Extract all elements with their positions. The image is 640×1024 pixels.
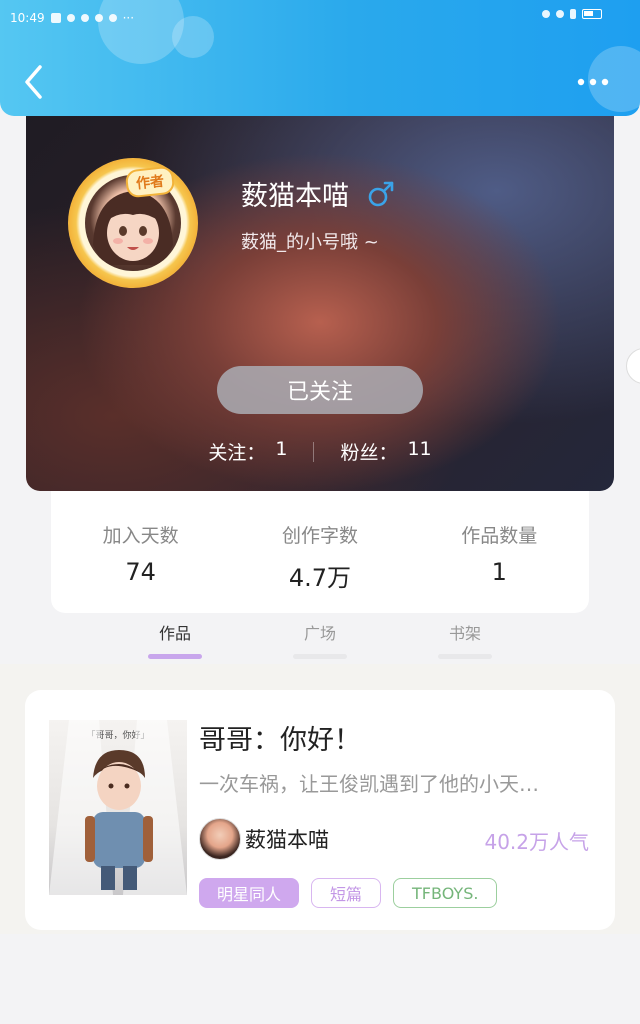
mute-icon — [542, 10, 550, 18]
status-bar: 10:49 ··· — [10, 8, 134, 28]
top-bar: 10:49 ··· — [0, 0, 640, 116]
follow-button[interactable]: 已关注 — [217, 366, 423, 414]
cover-illustration — [49, 720, 187, 895]
book-author[interactable]: 薮猫本喵 — [199, 818, 329, 860]
tab-indicator — [293, 654, 347, 659]
profile-card: 作者 薮猫本喵 薮猫_的小号哦 ~ 已关注 关注： 1 粉丝： 11 — [26, 116, 614, 491]
notification-icon — [80, 14, 89, 22]
notification-icon — [50, 13, 61, 23]
stat-label: 作品数量 — [461, 525, 538, 547]
tab-works[interactable]: 作品 — [140, 620, 210, 644]
stat-value: 74 — [125, 558, 156, 586]
following-count[interactable]: 关注： 1 — [208, 438, 287, 465]
decor-bubble — [172, 16, 214, 58]
side-drawer-handle[interactable] — [626, 348, 640, 384]
chevron-left-icon — [25, 65, 42, 99]
book-popularity: 40.2万人气 — [484, 830, 589, 854]
more-dots-icon — [577, 78, 609, 86]
notification-icon — [94, 14, 103, 22]
profile-name: 薮猫本喵 — [241, 181, 349, 212]
stat-word-count: 创作字数 4.7万 — [245, 521, 395, 593]
alert-icon — [570, 9, 576, 19]
book-tags: 明星同人 短篇 TFBOYS. — [199, 878, 498, 908]
book-description: 一次车祸，让王俊凯遇到了他的小天… — [199, 772, 539, 796]
fans-value: 11 — [407, 438, 432, 460]
more-button[interactable] — [576, 72, 612, 92]
tag-length[interactable]: 短篇 — [311, 878, 382, 908]
notification-icon — [108, 14, 117, 22]
wifi-icon — [556, 10, 564, 18]
battery-icon — [582, 9, 602, 19]
author-avatar — [199, 818, 241, 860]
status-time: 10:49 — [10, 11, 45, 25]
profile-bio: 薮猫_的小号哦 ~ — [241, 232, 379, 253]
stat-label: 创作字数 — [281, 525, 358, 547]
status-icons — [542, 9, 602, 19]
book-card[interactable]: 「哥哥，你好」 哥哥：你好！ 一次车祸，让王俊凯遇到了他的小天… 薮猫本喵 40… — [25, 690, 615, 930]
tab-square[interactable]: 广场 — [285, 620, 355, 644]
fans-count[interactable]: 粉丝： 11 — [340, 438, 431, 465]
tag-category[interactable]: 明星同人 — [199, 878, 300, 908]
follow-counts: 关注： 1 粉丝： 11 — [26, 438, 614, 465]
book-title: 哥哥：你好！ — [199, 725, 361, 756]
following-value: 1 — [275, 438, 288, 460]
fans-label: 粉丝： — [340, 442, 398, 464]
stat-works-count: 作品数量 1 — [424, 521, 574, 586]
tab-indicator — [148, 654, 202, 659]
tab-bookshelf[interactable]: 书架 — [430, 620, 500, 644]
stat-join-days: 加入天数 74 — [66, 521, 216, 586]
book-cover[interactable]: 「哥哥，你好」 — [49, 720, 187, 895]
author-name: 薮猫本喵 — [245, 828, 329, 852]
stats-panel: 加入天数 74 创作字数 4.7万 作品数量 1 — [51, 491, 589, 613]
notification-icon — [66, 14, 75, 22]
stat-label: 加入天数 — [102, 525, 179, 547]
status-more: ··· — [122, 11, 135, 25]
stat-value: 1 — [491, 558, 507, 586]
stat-value: 4.7万 — [288, 564, 352, 592]
male-icon — [368, 181, 394, 206]
following-label: 关注： — [208, 442, 266, 464]
tab-bar: 作品 广场 书架 — [100, 620, 540, 664]
divider — [313, 441, 315, 462]
tag-topic[interactable]: TFBOYS. — [393, 878, 498, 908]
back-button[interactable] — [20, 62, 48, 102]
profile-name-row: 薮猫本喵 — [241, 174, 395, 213]
tab-indicator — [438, 654, 492, 659]
avatar[interactable]: 作者 — [68, 158, 198, 288]
